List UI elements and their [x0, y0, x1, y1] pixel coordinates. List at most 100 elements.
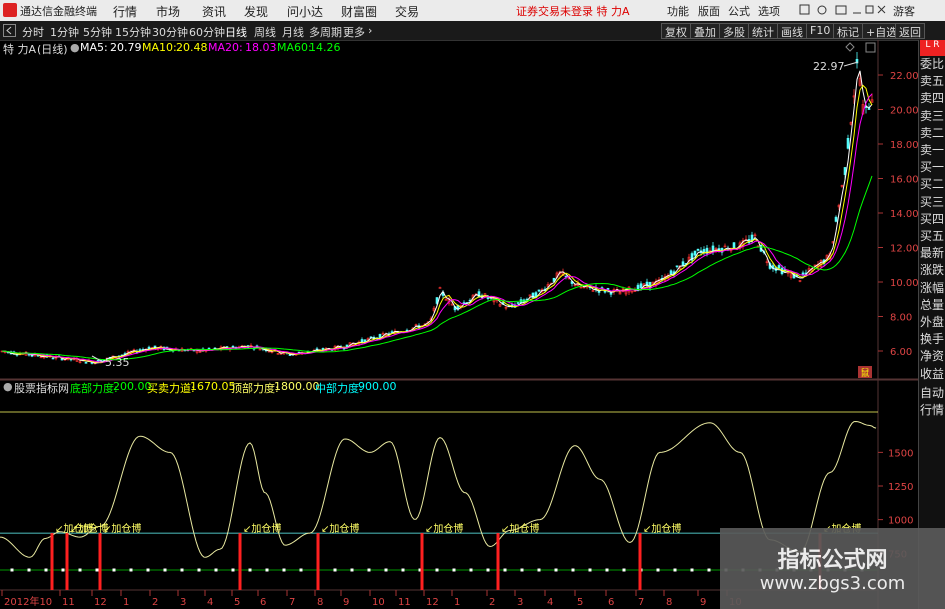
menu-item-discover[interactable]: 发现	[244, 3, 268, 20]
bottom-dot	[27, 568, 31, 572]
side-item-11[interactable]: 最新	[920, 246, 945, 260]
side-item-17[interactable]: 净资	[920, 349, 945, 363]
side-item-9[interactable]: 买四	[920, 212, 945, 226]
bottom-dot	[112, 568, 116, 572]
menu-item-formula[interactable]: 公式	[728, 3, 750, 19]
side-item-4[interactable]: 卖二	[920, 126, 945, 140]
tab-15min[interactable]: 15分钟	[115, 24, 151, 40]
bottom-dot	[554, 568, 558, 572]
close-icon[interactable]	[877, 5, 886, 14]
tab-30min[interactable]: 30分钟	[152, 24, 188, 40]
guest-label[interactable]: 游客	[893, 3, 915, 19]
f10-button[interactable]: F10	[806, 23, 835, 39]
tab-multi-period[interactable]: 多周期	[309, 24, 342, 40]
side-item-8[interactable]: 买三	[920, 195, 945, 209]
side-item-15[interactable]: 外盘	[920, 315, 945, 329]
tab-daily[interactable]: 日线	[225, 24, 247, 40]
bottom-force-label: 底部力度:	[70, 382, 118, 395]
adjust-button[interactable]: 复权	[661, 23, 691, 39]
help-icon[interactable]	[817, 5, 827, 15]
bottom-dot	[282, 568, 286, 572]
diamond-icon[interactable]	[845, 42, 855, 52]
date-label: 12	[94, 597, 107, 608]
menu-item-function[interactable]: 功能	[667, 3, 689, 19]
signal-label: ↙加仓博	[243, 522, 281, 535]
menu-item-options[interactable]: 选项	[758, 3, 780, 19]
menu-item-ask[interactable]: 问小达	[287, 3, 323, 20]
mid-force-label: 中部力度:	[315, 382, 363, 395]
candle-body	[516, 302, 520, 304]
date-label: 4	[547, 597, 553, 608]
side-item-18[interactable]: 收益	[920, 367, 945, 381]
chevron-right-icon[interactable]: ›	[368, 24, 372, 37]
bottom-dot	[231, 568, 235, 572]
side-item-16[interactable]: 换手	[920, 332, 945, 346]
menu-item-wealth[interactable]: 财富圈	[341, 3, 377, 20]
bottom-dot	[469, 568, 473, 572]
mail-icon[interactable]	[835, 5, 847, 15]
side-item-3[interactable]: 卖三	[920, 109, 945, 123]
bottom-dot	[265, 568, 269, 572]
tab-intraday[interactable]: 分时	[22, 24, 44, 40]
side-item-quote[interactable]: 行情	[920, 403, 945, 417]
statistics-button[interactable]: 统计	[748, 23, 778, 39]
skin-icon[interactable]	[799, 4, 810, 15]
candle-body	[486, 297, 490, 299]
side-item-5[interactable]: 卖一	[920, 143, 945, 157]
menu-item-quotes[interactable]: 行情	[113, 3, 137, 20]
date-label: 7	[289, 597, 295, 608]
signal-label: ↙加仓博	[425, 522, 463, 535]
side-item-12[interactable]: 涨跌	[920, 263, 945, 277]
buy-sell-force-value: 1670.05	[190, 380, 236, 393]
bottom-dot	[350, 568, 354, 572]
date-label: 2	[152, 597, 158, 608]
tab-5min[interactable]: 5分钟	[83, 24, 112, 40]
tab-60min[interactable]: 60分钟	[189, 24, 225, 40]
side-item-6[interactable]: 买一	[920, 160, 945, 174]
maximize-icon[interactable]	[865, 5, 874, 14]
corner-badge[interactable]: 鼠	[858, 366, 872, 379]
indicator-settings-icon[interactable]: ●	[3, 380, 13, 393]
menu-item-layout[interactable]: 版面	[698, 3, 720, 19]
date-axis: 2012年10111212345678910111212345678910	[1, 590, 742, 608]
bottom-dot	[95, 568, 99, 572]
moving-average-lines	[1, 70, 873, 364]
ma20-line	[1, 93, 873, 363]
side-item-1[interactable]: 卖五	[920, 74, 945, 88]
side-item-auto[interactable]: 自动	[920, 386, 945, 400]
window-icons	[799, 4, 886, 15]
bottom-dot	[197, 568, 201, 572]
bottom-dot	[78, 568, 82, 572]
back-button[interactable]: 返回	[895, 23, 925, 39]
watermark-url: www.zbgs3.com	[759, 573, 906, 594]
panel-toggle-icon[interactable]	[3, 24, 16, 37]
side-item-2[interactable]: 卖四	[920, 91, 945, 105]
side-item-7[interactable]: 买二	[920, 177, 945, 191]
bottom-dot	[588, 568, 592, 572]
mark-button[interactable]: 标记	[833, 23, 863, 39]
signal-bar	[496, 533, 500, 590]
date-label: 5	[234, 597, 240, 608]
menu-item-news[interactable]: 资讯	[202, 3, 226, 20]
tab-1min[interactable]: 1分钟	[50, 24, 79, 40]
draw-line-button[interactable]: 画线	[777, 23, 807, 39]
candle-body	[84, 362, 88, 364]
tab-more[interactable]: 更多	[343, 24, 365, 40]
chart-area[interactable]: 22.0020.0018.0016.0014.0012.0010.008.006…	[0, 40, 918, 609]
side-item-10[interactable]: 买五	[920, 229, 945, 243]
indicator-name[interactable]: 股票指标网	[14, 380, 69, 396]
side-item-13[interactable]: 涨幅	[920, 281, 945, 295]
tab-weekly[interactable]: 周线	[254, 24, 276, 40]
side-item-14[interactable]: 总量	[920, 298, 945, 312]
overlay-button[interactable]: 叠加	[690, 23, 720, 39]
side-tab[interactable]: L R	[920, 40, 945, 56]
expand-icon[interactable]	[865, 42, 876, 53]
multi-stock-button[interactable]: 多股	[719, 23, 749, 39]
tab-monthly[interactable]: 月线	[282, 24, 304, 40]
date-label: 6	[260, 597, 266, 608]
bottom-dot	[452, 568, 456, 572]
menu-item-trade[interactable]: 交易	[395, 3, 419, 20]
side-item-0[interactable]: 委比	[920, 57, 945, 71]
date-label: 4	[207, 597, 213, 608]
menu-item-market[interactable]: 市场	[156, 3, 180, 20]
